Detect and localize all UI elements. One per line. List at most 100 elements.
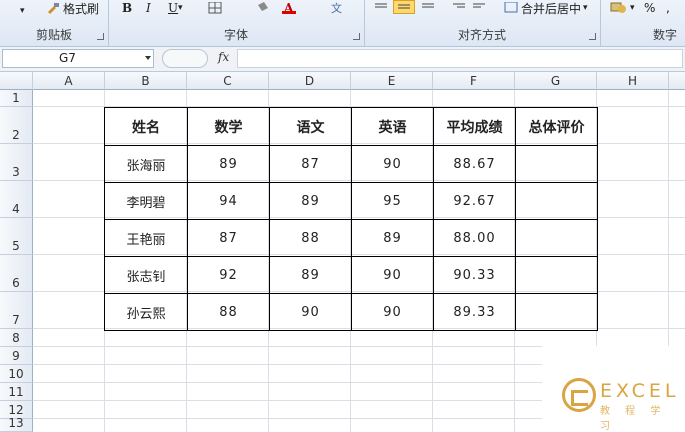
currency-dropdown-icon[interactable]: ▾ — [630, 0, 635, 16]
column-header-h[interactable]: H — [597, 72, 669, 90]
font-launcher-icon[interactable] — [353, 33, 360, 40]
table-cell[interactable]: 89 — [269, 182, 352, 220]
column-header-i[interactable] — [669, 72, 685, 90]
table-cell[interactable]: 88 — [187, 293, 270, 331]
merge-center-button[interactable]: 合并后居中 ▾ — [504, 0, 588, 16]
row-header-3[interactable]: 3 — [0, 144, 33, 181]
align-top-button[interactable] — [374, 0, 388, 16]
header-cell-average[interactable]: 平均成绩 — [433, 107, 516, 146]
format-painter-button[interactable]: 格式刷 — [46, 0, 99, 16]
table-cell[interactable]: 90.33 — [433, 256, 516, 294]
table-cell[interactable]: 92 — [187, 256, 270, 294]
column-header-b[interactable]: B — [105, 72, 187, 90]
row-header-9[interactable]: 9 — [0, 347, 33, 365]
table-row: 孙云熙 88 90 90 89.33 — [104, 293, 598, 331]
table-cell[interactable]: 90 — [269, 293, 352, 331]
table-row: 李明碧 94 89 95 92.67 — [104, 182, 598, 220]
name-box[interactable]: G7 — [2, 49, 154, 68]
row-header-5[interactable]: 5 — [0, 218, 33, 255]
row-header-10[interactable]: 10 — [0, 365, 33, 383]
fill-bucket-icon — [258, 2, 268, 11]
row-header-8[interactable]: 8 — [0, 329, 33, 347]
currency-format-button[interactable] — [610, 0, 626, 16]
table-cell[interactable] — [515, 145, 598, 183]
table-cell[interactable]: 李明碧 — [104, 182, 188, 220]
outdent-button[interactable] — [472, 0, 486, 16]
row-header-6[interactable]: 6 — [0, 255, 33, 292]
underline-button[interactable]: U — [168, 0, 178, 16]
table-cell[interactable]: 89.33 — [433, 293, 516, 331]
table-cell[interactable]: 89 — [187, 145, 270, 183]
clipboard-launcher-icon[interactable] — [97, 33, 104, 40]
number-group-label: 数字 — [652, 28, 677, 42]
font-color-bar — [282, 11, 296, 14]
table-cell[interactable]: 89 — [351, 219, 434, 257]
italic-button[interactable]: I — [146, 0, 151, 16]
row-header-1[interactable]: 1 — [0, 90, 33, 107]
comma-style-button[interactable]: , — [666, 0, 670, 16]
name-box-dropdown-icon[interactable] — [145, 56, 151, 60]
table-cell[interactable]: 88 — [269, 219, 352, 257]
table-cell[interactable]: 87 — [187, 219, 270, 257]
bold-button[interactable]: B — [122, 0, 132, 16]
table-cell[interactable]: 90 — [351, 256, 434, 294]
table-cell[interactable] — [515, 219, 598, 257]
percent-button[interactable]: % — [644, 0, 655, 16]
column-header-c[interactable]: C — [187, 72, 269, 90]
formula-bar: G7 fx — [0, 47, 685, 72]
merge-dropdown-icon[interactable]: ▾ — [583, 3, 588, 13]
table-cell[interactable]: 张志钊 — [104, 256, 188, 294]
row-header-7[interactable]: 7 — [0, 292, 33, 329]
table-cell[interactable]: 95 — [351, 182, 434, 220]
row-header-11[interactable]: 11 — [0, 383, 33, 401]
table-cell[interactable]: 87 — [269, 145, 352, 183]
align-lines-icon — [375, 3, 387, 8]
table-cell[interactable]: 90 — [351, 293, 434, 331]
table-cell[interactable]: 王艳丽 — [104, 219, 188, 257]
underline-dropdown-icon[interactable]: ▾ — [178, 0, 183, 16]
paste-dropdown-icon[interactable]: ▾ — [20, 3, 25, 19]
row-header-4[interactable]: 4 — [0, 181, 33, 218]
header-cell-english[interactable]: 英语 — [351, 107, 434, 146]
table-cell[interactable]: 90 — [351, 145, 434, 183]
table-row: 张海丽 89 87 90 88.67 — [104, 145, 598, 183]
svg-text:文: 文 — [331, 1, 342, 15]
table-cell[interactable]: 张海丽 — [104, 145, 188, 183]
table-cell[interactable] — [515, 256, 598, 294]
formula-bar-splitter[interactable] — [162, 49, 208, 68]
table-cell[interactable] — [515, 293, 598, 331]
header-cell-math[interactable]: 数学 — [187, 107, 270, 146]
table-cell[interactable]: 94 — [187, 182, 270, 220]
table-cell[interactable]: 89 — [269, 256, 352, 294]
ribbon: 格式刷 ▾ 剪贴板 B I U ▾ A 文 字体 合并后居中 ▾ 对齐方式 ▾ … — [0, 0, 685, 47]
insert-function-icon[interactable]: fx — [218, 50, 229, 64]
table-cell[interactable]: 88.00 — [433, 219, 516, 257]
fill-color-button[interactable] — [256, 0, 270, 16]
column-header-d[interactable]: D — [269, 72, 351, 90]
alignment-launcher-icon[interactable] — [589, 33, 596, 40]
table-cell[interactable]: 孙云熙 — [104, 293, 188, 331]
alignment-group-label: 对齐方式 — [457, 28, 506, 42]
formula-input[interactable] — [237, 49, 683, 68]
align-bottom-button[interactable] — [421, 0, 435, 16]
phonetic-button[interactable]: 文 — [330, 0, 346, 16]
align-middle-button[interactable] — [393, 0, 415, 14]
column-header-e[interactable]: E — [351, 72, 433, 90]
indent-button[interactable] — [452, 0, 466, 16]
table-cell[interactable]: 88.67 — [433, 145, 516, 183]
table-row: 王艳丽 87 88 89 88.00 — [104, 219, 598, 257]
column-header-g[interactable]: G — [515, 72, 597, 90]
table-header-row: 姓名 数学 语文 英语 平均成绩 总体评价 — [104, 107, 598, 146]
header-cell-name[interactable]: 姓名 — [104, 107, 188, 146]
table-cell[interactable] — [515, 182, 598, 220]
row-header-13[interactable]: 13 — [0, 416, 33, 432]
table-cell[interactable]: 92.67 — [433, 182, 516, 220]
border-button[interactable] — [208, 0, 222, 16]
column-header-a[interactable]: A — [33, 72, 105, 90]
column-header-f[interactable]: F — [433, 72, 515, 90]
header-cell-evaluation[interactable]: 总体评价 — [515, 107, 598, 146]
select-all-corner[interactable] — [0, 72, 33, 90]
header-cell-chinese[interactable]: 语文 — [269, 107, 352, 146]
row-header-2[interactable]: 2 — [0, 107, 33, 144]
watermark-subtitle: 教 程 学 习 — [600, 406, 667, 432]
